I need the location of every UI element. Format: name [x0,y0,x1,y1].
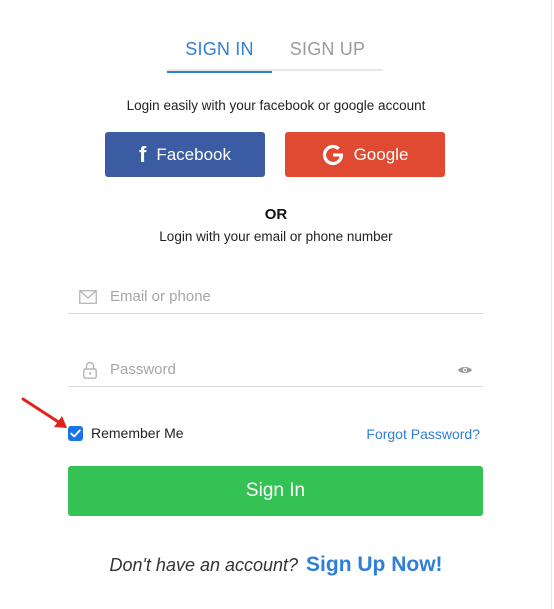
google-label: Google [353,144,409,164]
sign-up-now-link[interactable]: Sign Up Now! [306,553,442,576]
google-login-button[interactable]: Google [285,132,445,177]
sign-in-button[interactable]: Sign In [68,466,483,516]
facebook-label: Facebook [156,144,231,164]
email-login-hint: Login with your email or phone number [159,229,393,244]
red-arrow-annotation [21,397,67,428]
no-account-text: Don't have an account? [109,555,299,575]
eye-icon[interactable] [457,362,473,378]
forgot-password-link[interactable]: Forgot Password? [366,426,480,442]
remember-me-label: Remember Me [91,425,184,441]
facebook-login-button[interactable]: f Facebook [105,132,265,177]
google-icon [322,144,344,166]
tab-sign-up[interactable]: SIGN UP [272,28,383,71]
auth-tabs: SIGN IN SIGN UP [167,28,383,73]
facebook-icon: f [139,141,147,167]
auth-card: SIGN IN SIGN UP Login easily with your f… [0,0,552,609]
or-divider: OR [264,206,288,223]
remember-me-checkbox[interactable]: Remember Me [68,425,184,441]
lock-icon [80,360,100,380]
tab-sign-in[interactable]: SIGN IN [167,28,272,73]
email-input[interactable] [110,288,430,305]
social-login-hint: Login easily with your facebook or googl… [126,98,426,113]
email-field-wrapper [68,280,483,314]
signup-prompt: Don't have an account? Sign Up Now! [0,553,552,577]
checkbox-checked-icon[interactable] [68,425,83,441]
password-input[interactable] [110,361,430,378]
password-field-wrapper [68,353,483,387]
envelope-icon [78,287,98,307]
